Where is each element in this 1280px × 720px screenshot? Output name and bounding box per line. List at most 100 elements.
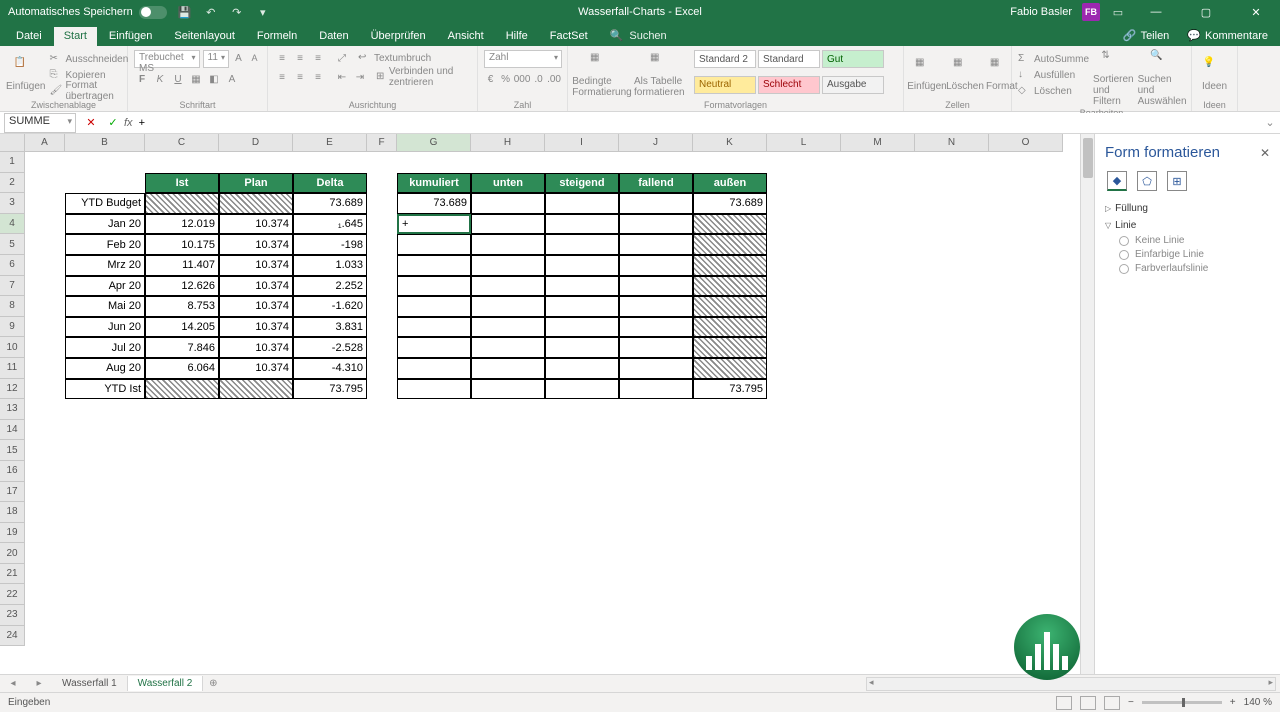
cell-J4[interactable] xyxy=(619,214,693,235)
cell-I11[interactable] xyxy=(545,358,619,379)
style-output[interactable]: Ausgabe xyxy=(822,76,884,94)
confirm-formula-button[interactable]: ✓ xyxy=(102,113,124,133)
row-header-24[interactable]: 24 xyxy=(0,626,25,647)
cell-D11[interactable]: 10.374 xyxy=(219,358,293,379)
cell-K8[interactable] xyxy=(693,296,767,317)
cell-J5[interactable] xyxy=(619,234,693,255)
cell-K12[interactable]: 73.795 xyxy=(693,379,767,400)
row-header-17[interactable]: 17 xyxy=(0,482,25,503)
column-header-G[interactable]: G xyxy=(397,134,471,152)
cell-C6[interactable]: 11.407 xyxy=(145,255,219,276)
column-header-L[interactable]: L xyxy=(767,134,841,152)
row-header-7[interactable]: 7 xyxy=(0,276,25,297)
page-layout-view-button[interactable] xyxy=(1080,696,1096,710)
share-button[interactable]: 🔗Teilen xyxy=(1115,26,1177,46)
style-good[interactable]: Gut xyxy=(822,50,884,68)
cell-D9[interactable]: 10.374 xyxy=(219,317,293,338)
sheet-tab-wasserfall2[interactable]: Wasserfall 2 xyxy=(128,676,204,691)
tab-hilfe[interactable]: Hilfe xyxy=(496,27,538,46)
minimize-button[interactable]: — xyxy=(1136,0,1176,24)
cell-D4[interactable]: 10.374 xyxy=(219,214,293,235)
solid-line-radio[interactable]: Einfarbige Linie xyxy=(1119,249,1270,260)
ribbon-options-icon[interactable]: ▭ xyxy=(1110,4,1126,20)
cell-C4[interactable]: 12.019 xyxy=(145,214,219,235)
cell-H4[interactable] xyxy=(471,214,545,235)
cell-I8[interactable] xyxy=(545,296,619,317)
fill-line-tab-icon[interactable]: ◆ xyxy=(1107,171,1127,191)
vertical-scrollbar[interactable] xyxy=(1080,134,1094,674)
cut-button[interactable]: ✂Ausschneiden xyxy=(49,52,128,66)
cell-H5[interactable] xyxy=(471,234,545,255)
cell-B11[interactable]: Aug 20 xyxy=(65,358,145,379)
cell-E11[interactable]: -4.310 xyxy=(293,358,367,379)
close-icon[interactable]: ✕ xyxy=(1260,146,1270,160)
align-middle-icon[interactable]: ≡ xyxy=(292,50,308,66)
inc-decimal-icon[interactable]: .0 xyxy=(532,71,545,87)
cell-H6[interactable] xyxy=(471,255,545,276)
delete-cells-button[interactable]: ▦Löschen xyxy=(948,50,982,99)
cell-H11[interactable] xyxy=(471,358,545,379)
column-header-J[interactable]: J xyxy=(619,134,693,152)
cancel-formula-button[interactable]: ✕ xyxy=(80,113,102,133)
cell-G2[interactable]: kumuliert xyxy=(397,173,471,194)
paste-button[interactable]: 📋Einfügen xyxy=(6,50,45,99)
align-center-icon[interactable]: ≡ xyxy=(292,69,308,85)
cell-K9[interactable] xyxy=(693,317,767,338)
cell-K7[interactable] xyxy=(693,276,767,297)
cell-K3[interactable]: 73.689 xyxy=(693,193,767,214)
cell-K5[interactable] xyxy=(693,234,767,255)
row-header-10[interactable]: 10 xyxy=(0,337,25,358)
autosum-button[interactable]: ΣAutoSumme xyxy=(1018,52,1089,66)
cell-E5[interactable]: -198 xyxy=(293,234,367,255)
percent-icon[interactable]: % xyxy=(499,71,512,87)
underline-icon[interactable]: U xyxy=(170,71,186,87)
sheet-nav-prev[interactable]: ◂ xyxy=(0,678,26,689)
cell-D5[interactable]: 10.374 xyxy=(219,234,293,255)
cell-C5[interactable]: 10.175 xyxy=(145,234,219,255)
cell-B12[interactable]: YTD Ist xyxy=(65,379,145,400)
cell-styles-gallery[interactable]: Standard 2 Standard Gut Neutral Schlecht… xyxy=(694,50,884,99)
cell-J11[interactable] xyxy=(619,358,693,379)
align-right-icon[interactable]: ≡ xyxy=(310,69,326,85)
autosave-toggle[interactable]: Automatisches Speichern xyxy=(8,6,167,19)
worksheet-grid[interactable]: ABCDEFGHIJKLMNO 123456789101112131415161… xyxy=(0,134,1080,674)
tell-me-search[interactable]: 🔍 Suchen xyxy=(600,26,677,46)
cell-I5[interactable] xyxy=(545,234,619,255)
cell-I10[interactable] xyxy=(545,337,619,358)
style-standard[interactable]: Standard xyxy=(758,50,820,68)
row-header-12[interactable]: 12 xyxy=(0,379,25,400)
cell-G8[interactable] xyxy=(397,296,471,317)
column-header-F[interactable]: F xyxy=(367,134,397,152)
decrease-font-icon[interactable]: A xyxy=(248,50,261,66)
cell-B9[interactable]: Jun 20 xyxy=(65,317,145,338)
tab-formeln[interactable]: Formeln xyxy=(247,27,307,46)
insert-cells-button[interactable]: ▦Einfügen xyxy=(910,50,944,99)
orientation-icon[interactable]: ⤢ xyxy=(334,50,350,66)
row-header-22[interactable]: 22 xyxy=(0,584,25,605)
cell-J10[interactable] xyxy=(619,337,693,358)
cell-G7[interactable] xyxy=(397,276,471,297)
cell-K6[interactable] xyxy=(693,255,767,276)
align-bottom-icon[interactable]: ≡ xyxy=(310,50,326,66)
cell-D7[interactable]: 10.374 xyxy=(219,276,293,297)
cell-C3[interactable] xyxy=(145,193,219,214)
row-header-2[interactable]: 2 xyxy=(0,173,25,194)
style-standard2[interactable]: Standard 2 xyxy=(694,50,756,68)
cell-J9[interactable] xyxy=(619,317,693,338)
fill-section[interactable]: Füllung xyxy=(1105,203,1270,214)
cell-I9[interactable] xyxy=(545,317,619,338)
zoom-out-button[interactable]: − xyxy=(1128,697,1134,708)
cell-E12[interactable]: 73.795 xyxy=(293,379,367,400)
cell-C12[interactable] xyxy=(145,379,219,400)
cell-J3[interactable] xyxy=(619,193,693,214)
row-header-8[interactable]: 8 xyxy=(0,296,25,317)
cell-G3[interactable]: 73.689 xyxy=(397,193,471,214)
cell-C8[interactable]: 8.753 xyxy=(145,296,219,317)
cell-B8[interactable]: Mai 20 xyxy=(65,296,145,317)
increase-font-icon[interactable]: A xyxy=(232,50,245,66)
qat-customize-icon[interactable]: ▾ xyxy=(255,4,271,20)
cell-C11[interactable]: 6.064 xyxy=(145,358,219,379)
cell-B7[interactable]: Apr 20 xyxy=(65,276,145,297)
maximize-button[interactable]: ▢ xyxy=(1186,0,1226,24)
cell-K11[interactable] xyxy=(693,358,767,379)
